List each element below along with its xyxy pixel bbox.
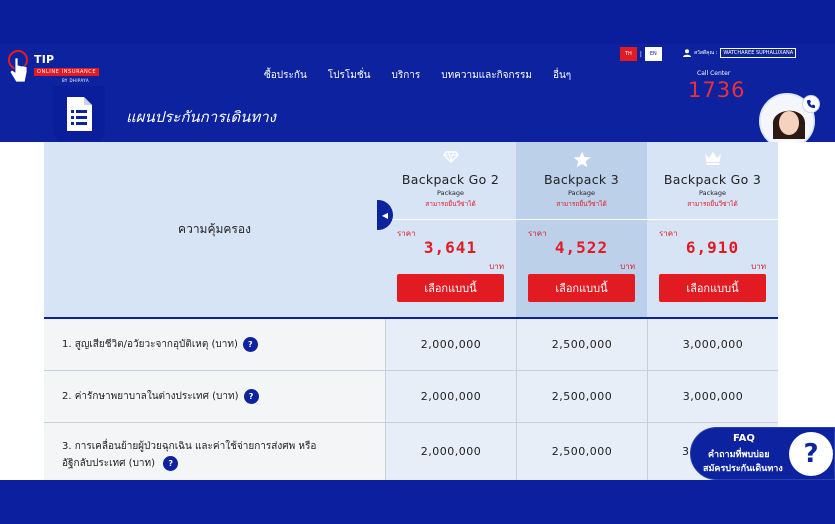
plan-visa-note: สามารถยื่นวีซ่าได้ bbox=[425, 200, 476, 208]
row-value: 2,500,000 bbox=[516, 423, 647, 480]
nav-item-more[interactable]: อื่นๆ bbox=[553, 68, 571, 83]
plan-comparison-table: ความคุ้มครอง Backpack Go 2 Package สามาร… bbox=[44, 142, 778, 480]
plan-visa-note: สามารถยื่นวีซ่าได้ bbox=[556, 200, 607, 208]
help-icon[interactable]: ? bbox=[163, 455, 179, 471]
plan-name: Backpack 3 bbox=[544, 172, 619, 187]
price-unit: บาท bbox=[620, 262, 635, 271]
question-mark-icon: ? bbox=[789, 432, 833, 476]
coverage-header-cell: ความคุ้มครอง bbox=[44, 142, 385, 317]
row-value: 2,000,000 bbox=[385, 423, 516, 480]
user-name: WATCHAREE SUPHALUXANA bbox=[720, 48, 797, 58]
plan-visa-note: สามารถยื่นวีซ่าได้ bbox=[687, 200, 738, 208]
help-icon[interactable]: ? bbox=[243, 389, 259, 404]
help-icon[interactable]: ? bbox=[242, 337, 258, 352]
nav-item-more-label: อื่นๆ bbox=[552, 70, 572, 81]
nav-item-buy[interactable]: ซื้อประกัน bbox=[264, 68, 307, 83]
plan-column-backpack-go-2: Backpack Go 2 Package สามารถยื่นวีซ่าได้… bbox=[385, 142, 516, 317]
phone-glyph-icon bbox=[807, 100, 815, 108]
brand-by: BY DHIPAYA bbox=[62, 78, 89, 83]
plan-package: Package bbox=[568, 189, 595, 197]
select-plan-button[interactable]: เลือกแบบนี้ bbox=[659, 274, 766, 302]
main-nav: ซื้อประกัน โปรโมชั่น บริการ บทความและกิจ… bbox=[264, 68, 592, 83]
user-info[interactable]: สวัสดีคุณ : WATCHAREE SUPHALUXANA bbox=[683, 48, 797, 58]
plan-divider bbox=[647, 219, 778, 220]
lang-en-button[interactable]: EN bbox=[644, 47, 662, 61]
price-unit: บาท bbox=[489, 262, 504, 271]
row-value: 3,000,000 bbox=[647, 371, 778, 422]
select-plan-button[interactable]: เลือกแบบนี้ bbox=[397, 274, 504, 302]
row-label-text-line1: 3. การเคลื่อนย้ายผู้ป่วยฉุกเฉิน และค่าใช… bbox=[62, 441, 317, 452]
row-label: 3. การเคลื่อนย้ายผู้ป่วยฉุกเฉิน และค่าใช… bbox=[44, 423, 385, 480]
bottom-band bbox=[0, 480, 835, 524]
hand-pointer-icon bbox=[8, 50, 28, 83]
user-greeting: สวัสดีคุณ : bbox=[694, 50, 718, 56]
nav-item-services[interactable]: บริการ bbox=[391, 68, 420, 83]
phone-icon[interactable] bbox=[802, 95, 820, 113]
table-row: 2. ค่ารักษาพยาบาลในต่างประเทศ (บาท) ? 2,… bbox=[44, 371, 778, 423]
coverage-header: ความคุ้มครอง bbox=[178, 222, 251, 236]
plan-column-backpack-3: Backpack 3 Package สามารถยื่นวีซ่าได้ รา… bbox=[516, 142, 647, 317]
faq-line1: คำถามที่พบบ่อย bbox=[708, 450, 770, 460]
page-title: แผนประกันการเดินทาง bbox=[126, 108, 276, 126]
plan-divider bbox=[385, 219, 516, 220]
row-value: 3,000,000 bbox=[647, 319, 778, 370]
plan-price: 6,910 bbox=[685, 238, 740, 257]
row-label-text: 2. ค่ารักษาพยาบาลในต่างประเทศ (บาท) bbox=[62, 391, 239, 402]
call-center-label: Call Center bbox=[697, 70, 731, 77]
plan-price: 4,522 bbox=[554, 238, 609, 257]
plan-package: Package bbox=[699, 189, 726, 197]
plan-column-backpack-go-3: Backpack Go 3 Package สามารถยื่นวีซ่าได้… bbox=[647, 142, 778, 317]
row-label: 1. สูญเสียชีวิต/อวัยวะจากอุบัติเหตุ (บาท… bbox=[44, 319, 385, 370]
row-label-text-line2: อัฐิกลับประเทศ (บาท) bbox=[62, 458, 156, 469]
table-row: 3. การเคลื่อนย้ายผู้ป่วยฉุกเฉิน และค่าใช… bbox=[44, 423, 778, 480]
call-center-number[interactable]: 1736 bbox=[688, 78, 745, 102]
chevron-left-icon: ◀ bbox=[381, 210, 389, 220]
diamond-icon bbox=[442, 151, 459, 163]
brand-logo[interactable]: TIP INSURE ONLINE INSURANCE BY DHIPAYA bbox=[6, 50, 102, 88]
nav-item-articles[interactable]: บทความและกิจกรรม bbox=[441, 68, 532, 83]
row-value: 2,000,000 bbox=[385, 371, 516, 422]
user-icon bbox=[683, 49, 691, 57]
document-icon bbox=[67, 97, 92, 131]
star-icon bbox=[573, 151, 590, 168]
plan-name: Backpack Go 3 bbox=[663, 172, 762, 187]
row-value: 2,000,000 bbox=[385, 319, 516, 370]
table-row: 1. สูญเสียชีวิต/อวัยวะจากอุบัติเหตุ (บาท… bbox=[44, 319, 778, 371]
nav-item-promotion[interactable]: โปรโมชั่น bbox=[328, 68, 371, 83]
language-switcher: TH | EN bbox=[620, 47, 662, 61]
plan-name: Backpack Go 2 bbox=[401, 172, 500, 187]
lang-separator: | bbox=[639, 50, 642, 58]
brand-subtitle: ONLINE INSURANCE bbox=[34, 68, 100, 76]
row-label-text: 1. สูญเสียชีวิต/อวัยวะจากอุบัติเหตุ (บาท… bbox=[62, 339, 238, 350]
row-label: 2. ค่ารักษาพยาบาลในต่างประเทศ (บาท) ? bbox=[44, 371, 385, 422]
row-value: 2,500,000 bbox=[516, 319, 647, 370]
faq-floating-button[interactable]: FAQ คำถามที่พบบ่อย สมัครประกันเดินทาง ? bbox=[690, 427, 835, 480]
faq-line2: สมัครประกันเดินทาง bbox=[703, 464, 783, 474]
faq-title: FAQ bbox=[733, 433, 755, 444]
plan-package: Package bbox=[437, 189, 464, 197]
crown-icon bbox=[704, 152, 721, 165]
price-unit: บาท bbox=[751, 262, 766, 271]
plan-price: 3,641 bbox=[423, 238, 478, 257]
lang-th-button[interactable]: TH bbox=[620, 47, 637, 61]
row-value: 2,500,000 bbox=[516, 371, 647, 422]
plan-divider bbox=[516, 219, 647, 220]
select-plan-button[interactable]: เลือกแบบนี้ bbox=[528, 274, 635, 302]
top-band bbox=[0, 0, 835, 48]
